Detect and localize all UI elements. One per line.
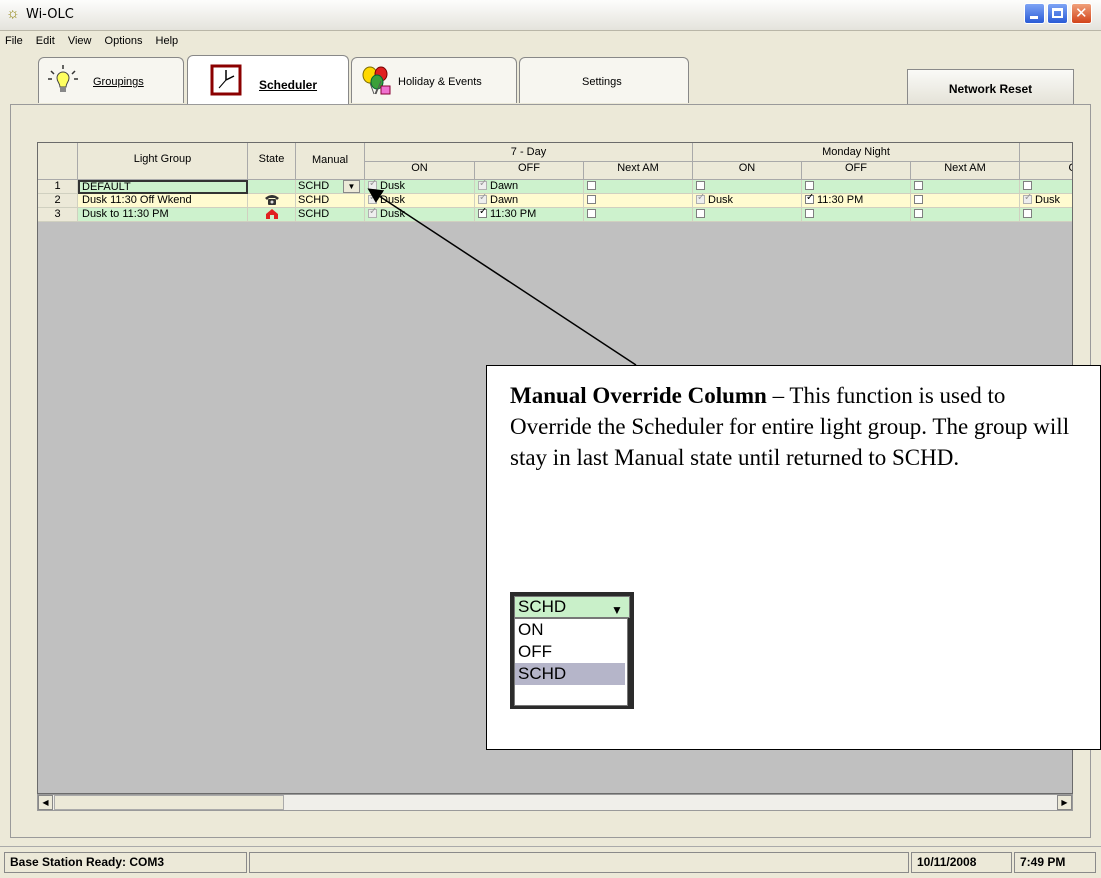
dropdown-list: ON OFF SCHD — [514, 618, 628, 706]
dropdown-selected[interactable]: SCHD ▼ — [514, 596, 630, 618]
status-date: 10/11/2008 — [911, 852, 1012, 873]
dropdown-option-schd[interactable]: SCHD — [515, 663, 625, 685]
status-connection: Base Station Ready: COM3 — [4, 852, 247, 873]
status-time: 7:49 PM — [1014, 852, 1096, 873]
chevron-down-icon[interactable]: ▼ — [607, 600, 627, 617]
status-spacer — [249, 852, 909, 873]
callout-heading: Manual Override Column — [510, 383, 767, 408]
dropdown-selected-value: SCHD — [518, 597, 567, 616]
status-bar: Base Station Ready: COM3 10/11/2008 7:49… — [0, 846, 1101, 878]
dropdown-option-off[interactable]: OFF — [515, 641, 625, 663]
manual-dropdown-example: SCHD ▼ ON OFF SCHD — [510, 592, 634, 709]
dropdown-option-on[interactable]: ON — [515, 619, 625, 641]
callout-text: Manual Override Column – This function i… — [510, 380, 1090, 473]
